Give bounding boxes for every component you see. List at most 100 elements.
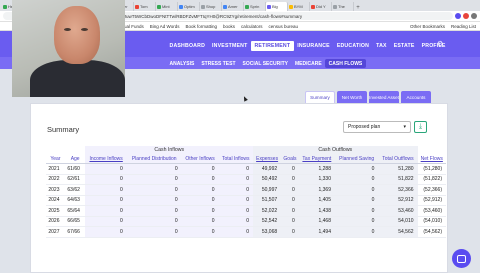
browser-tab-label: The <box>338 4 345 9</box>
bookmark-item[interactable]: Book formatting <box>185 24 217 29</box>
column-header: Age <box>64 155 86 165</box>
table-cell: 52,542 <box>253 216 282 228</box>
table-cell: 0 <box>181 195 219 207</box>
subnav-item-stress-test[interactable]: STRESS TEST <box>198 59 239 68</box>
table-cell: 0 <box>281 226 299 238</box>
bookmark-item[interactable]: Bing Ad Words <box>150 24 180 29</box>
browser-tab-label: Optim <box>184 4 195 9</box>
mouse-cursor <box>242 95 248 102</box>
table-cell: 2023 <box>46 184 65 196</box>
subnav-item-social-security[interactable]: SOCIAL SECURITY <box>239 59 291 68</box>
tab-accounts[interactable]: Accounts <box>401 91 431 103</box>
table-cell: 52,022 <box>253 205 282 217</box>
nav-item-investment[interactable]: INVESTMENT <box>209 41 251 51</box>
table-cell: 67/66 <box>64 226 86 238</box>
browser-tab[interactable]: Did Y <box>310 2 332 11</box>
browser-tab[interactable]: Shop <box>200 2 222 11</box>
profile-icon[interactable] <box>471 13 477 19</box>
bookmark-item[interactable]: Other Bookmarks <box>410 24 445 29</box>
table-cell: 0 <box>281 184 299 196</box>
table-cell: 64/63 <box>64 195 86 207</box>
chat-icon[interactable] <box>452 249 471 268</box>
table-cell: 0 <box>85 195 127 207</box>
table-cell: 66/65 <box>64 216 86 228</box>
page-tabs: Summary Net Worth Invested Asset Accounts <box>305 91 431 103</box>
table-cell: 0 <box>85 216 127 228</box>
table-row: 2023 63/62 0 0 0 0 50,997 0 1,369 0 52,366 (52,366) <box>46 184 446 196</box>
table-cell: 0 <box>218 216 254 228</box>
table-cell: 0 <box>85 184 127 196</box>
browser-tab[interactable]: Big <box>266 2 288 11</box>
column-header[interactable]: Income Inflows <box>85 155 127 165</box>
column-header-label: Total Outflows <box>382 155 414 162</box>
extension-icon[interactable] <box>455 13 461 19</box>
browser-tab[interactable]: Tom <box>134 2 156 11</box>
favicon-icon <box>157 4 161 9</box>
bookmark-item[interactable]: Reading List <box>451 24 476 29</box>
plan-select[interactable]: Proposed plan ▾ <box>343 121 411 133</box>
table-cell: 49,992 <box>253 163 282 175</box>
column-header: Goals <box>281 155 299 165</box>
column-header[interactable]: Tax Payment <box>298 155 335 165</box>
tab-summary[interactable]: Summary <box>305 91 335 103</box>
browser-tab[interactable]: Amer <box>222 2 244 11</box>
table-cell: 2021 <box>46 163 65 175</box>
table-cell: 0 <box>85 174 127 186</box>
bookmark-item[interactable]: calculators <box>241 24 263 29</box>
browser-tab[interactable]: BYM <box>288 2 310 11</box>
download-icon[interactable]: ⤓ <box>414 121 427 133</box>
bookmark-item[interactable]: census bureau <box>269 24 299 29</box>
nav-item-retirement[interactable]: RETIREMENT <box>250 41 294 51</box>
table-cell: 1,369 <box>298 184 335 196</box>
column-header[interactable]: Expenses <box>253 155 282 165</box>
favicon-icon <box>333 4 337 9</box>
nav-item-estate[interactable]: ESTATE <box>390 41 418 51</box>
browser-tab[interactable]: Mint <box>156 2 178 11</box>
table-cell: 0 <box>334 205 379 217</box>
table-cell: 0 <box>334 195 379 207</box>
bookmark-item[interactable]: ual Funds <box>124 24 144 29</box>
browser-tab[interactable]: The <box>332 2 354 11</box>
tab-net-worth[interactable]: Net Worth <box>337 91 367 103</box>
nav-item-tax[interactable]: TAX <box>373 41 391 51</box>
table-cell: 0 <box>181 216 219 228</box>
table-cell: 2027 <box>46 226 65 238</box>
table-cell: 54,010 <box>378 216 418 228</box>
favicon-icon <box>223 4 227 9</box>
table-cell: 0 <box>334 226 379 238</box>
column-header-label: Goals <box>283 155 297 162</box>
browser-tab-label: Tom <box>140 4 148 9</box>
gear-icon[interactable]: ⚙ <box>437 41 445 49</box>
table-cell: 0 <box>218 174 254 186</box>
column-header-label: Year <box>50 155 61 162</box>
nav-item-insurance[interactable]: INSURANCE <box>294 41 334 51</box>
favicon-icon <box>311 4 315 9</box>
table-cell: 51,280 <box>378 163 418 175</box>
subnav-item-cash-flows[interactable]: CASH FLOWS <box>325 59 366 68</box>
extension-icon[interactable] <box>463 13 469 19</box>
tab-invested-asset[interactable]: Invested Asset <box>369 91 399 103</box>
table-cell: 0 <box>126 205 182 217</box>
table-cell: 0 <box>85 226 127 238</box>
browser-tab-label: Big <box>272 4 278 9</box>
table-cell: 51,822 <box>378 174 418 186</box>
table-cell: 0 <box>281 163 299 175</box>
subnav-item-medicare[interactable]: MEDICARE <box>291 59 325 68</box>
bookmark-item[interactable]: books <box>223 24 235 29</box>
favicon-icon <box>289 4 293 9</box>
table-cell: 51,507 <box>253 195 282 207</box>
table-cell: 0 <box>218 205 254 217</box>
summary-title: Summary <box>47 125 80 134</box>
column-header[interactable]: Net Flows <box>417 155 446 165</box>
nav-item-education[interactable]: EDUCATION <box>333 41 372 51</box>
nav-item-dashboard[interactable]: DASHBOARD <box>166 41 209 51</box>
browser-tab[interactable]: Optim <box>178 2 200 11</box>
table-cell: 0 <box>281 205 299 217</box>
subnav-item-analysis[interactable]: ANALYSIS <box>166 59 198 68</box>
table-cell: 0 <box>218 163 254 175</box>
browser-tab[interactable]: Sprin <box>244 2 266 11</box>
favicon-icon <box>179 4 183 9</box>
table-cell: 1,288 <box>298 163 335 175</box>
table-cell: 0 <box>126 226 182 238</box>
table-cell: 53,460 <box>378 205 418 217</box>
